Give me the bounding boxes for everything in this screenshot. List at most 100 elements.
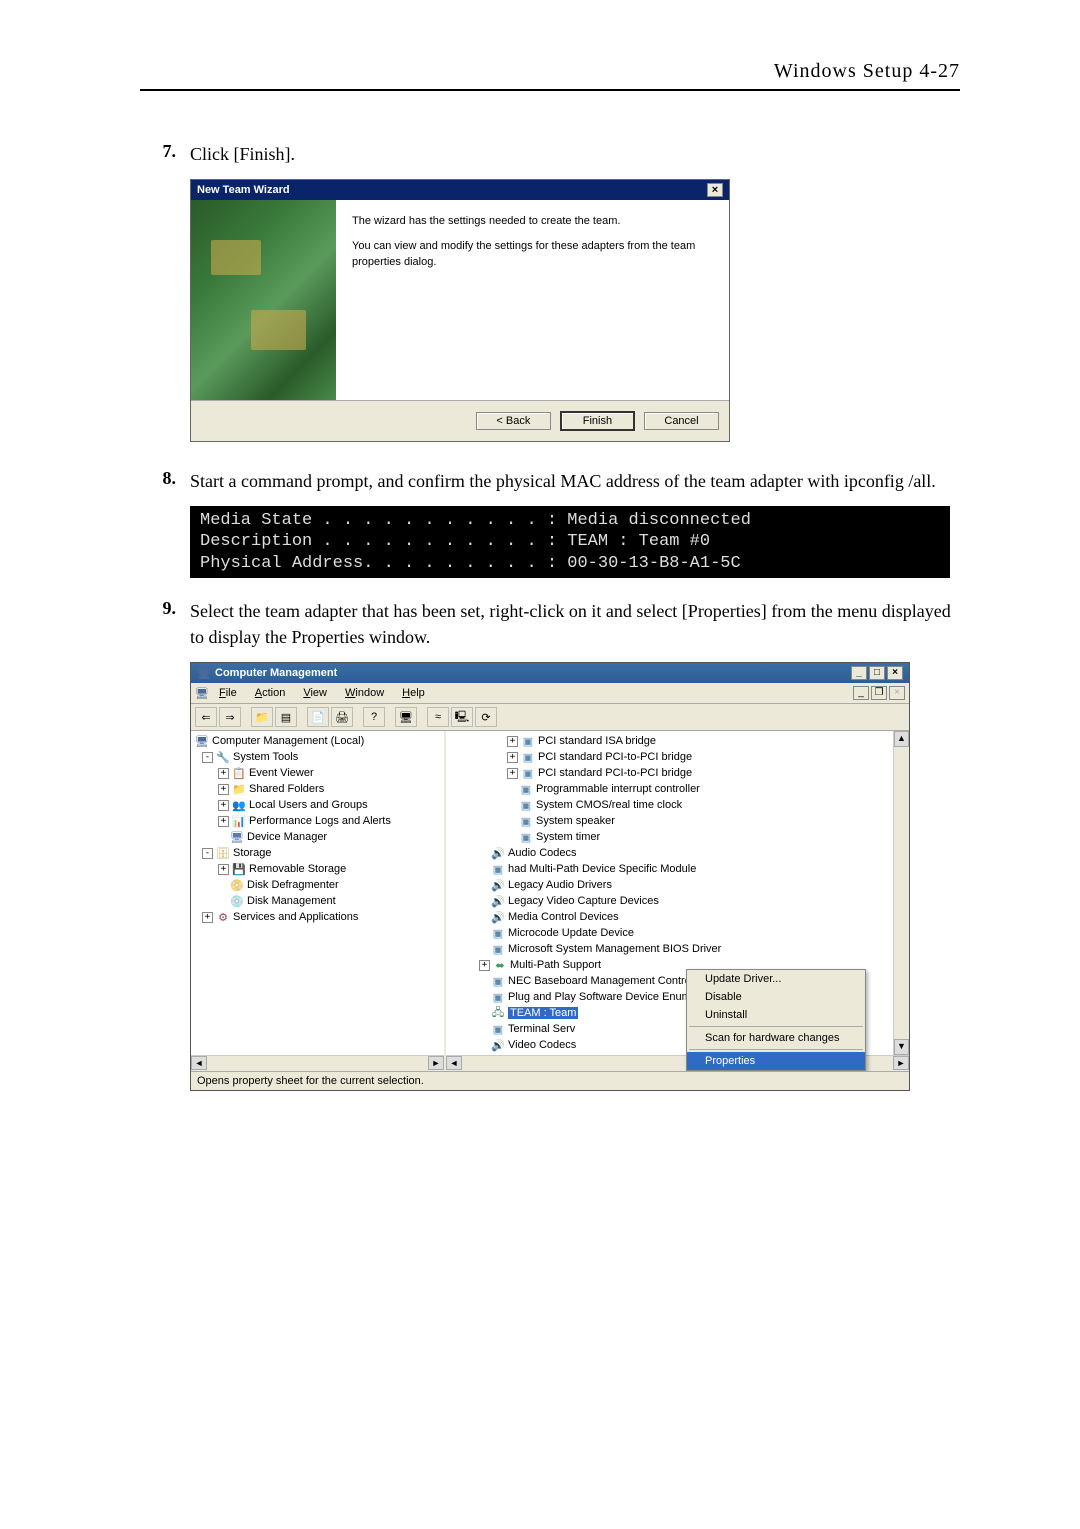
device-lad[interactable]: Legacy Audio Drivers	[508, 879, 612, 891]
left-hscrollbar[interactable]: ◄ ►	[191, 1055, 444, 1071]
expand-icon[interactable]: +	[479, 960, 490, 971]
back-button[interactable]: < Back	[476, 412, 551, 430]
expand-icon[interactable]: +	[218, 784, 229, 795]
device-lvc[interactable]: Legacy Video Capture Devices	[508, 895, 659, 907]
print-icon[interactable]: 🖨	[331, 707, 353, 727]
device-vc[interactable]: Video Codecs	[508, 1039, 576, 1051]
scroll-left-icon[interactable]: ◄	[446, 1056, 462, 1070]
ctx-disable[interactable]: Disable	[687, 988, 865, 1006]
chip-icon: ▣	[491, 926, 505, 940]
menu-window[interactable]: Window	[337, 685, 392, 701]
menu-help[interactable]: Help	[394, 685, 433, 701]
nav-fwd-icon[interactable]: ⇒	[219, 707, 241, 727]
minimize-icon[interactable]: _	[851, 666, 867, 680]
tree-storage[interactable]: Storage	[233, 847, 272, 859]
tree-ev[interactable]: Event Viewer	[249, 767, 314, 779]
maximize-icon[interactable]: □	[869, 666, 885, 680]
doc-minimize-icon[interactable]: _	[853, 686, 869, 700]
cm-statusbar: Opens property sheet for the current sel…	[191, 1071, 909, 1090]
tree-sa[interactable]: Services and Applications	[233, 911, 358, 923]
ctx-update-driver[interactable]: Update Driver...	[687, 970, 865, 988]
doc-close-icon[interactable]: ×	[889, 686, 905, 700]
menu-file[interactable]: File	[211, 685, 245, 701]
cm-tree-pane[interactable]: 🖥Computer Management (Local) -🔧System To…	[191, 731, 446, 1071]
collapse-icon[interactable]: -	[202, 848, 213, 859]
menu-action[interactable]: Action	[247, 685, 294, 701]
expand-icon[interactable]: +	[507, 736, 518, 747]
properties-icon[interactable]: 📄	[307, 707, 329, 727]
ctx-properties[interactable]: Properties	[687, 1052, 865, 1070]
cm-device-pane[interactable]: +▣PCI standard ISA bridge +▣PCI standard…	[446, 731, 909, 1071]
tree-sf[interactable]: Shared Folders	[249, 783, 324, 795]
scroll-down-icon[interactable]: ▼	[894, 1039, 909, 1055]
device-necb[interactable]: NEC Baseboard Management Controller	[508, 975, 706, 987]
expand-icon[interactable]: +	[218, 768, 229, 779]
scroll-up-icon[interactable]: ▲	[894, 731, 909, 747]
computer-icon[interactable]: 🖥	[395, 707, 417, 727]
scroll-left-icon[interactable]: ◄	[191, 1056, 207, 1070]
scroll-right-icon[interactable]: ►	[428, 1056, 444, 1070]
tree-dm[interactable]: Device Manager	[247, 831, 327, 843]
right-vscrollbar[interactable]: ▲ ▼	[893, 731, 909, 1055]
refresh-icon[interactable]: ⟳	[475, 707, 497, 727]
device-item[interactable]: Programmable interrupt controller	[536, 783, 700, 795]
device-had[interactable]: had Multi-Path Device Specific Module	[508, 863, 696, 875]
storage-icon: 🗄	[216, 846, 230, 860]
close-icon[interactable]: ×	[707, 183, 723, 197]
tree-lug[interactable]: Local Users and Groups	[249, 799, 368, 811]
scan-icon[interactable]: ≈	[427, 707, 449, 727]
cm-window: 🖥 Computer Management _ □ × 🖥 File Actio…	[190, 662, 910, 1091]
device-icon[interactable]: 🖳	[451, 707, 473, 727]
removable-storage-icon: 💾	[232, 862, 246, 876]
tree-root[interactable]: Computer Management (Local)	[212, 735, 364, 747]
chip-icon: ▣	[491, 1022, 505, 1036]
device-ts[interactable]: Terminal Serv	[508, 1023, 575, 1035]
menu-view[interactable]: View	[295, 685, 335, 701]
computer-management-screenshot: 🖥 Computer Management _ □ × 🖥 File Actio…	[190, 662, 960, 1091]
tree-dd[interactable]: Disk Defragmenter	[247, 879, 339, 891]
expand-icon[interactable]: +	[507, 768, 518, 779]
event-viewer-icon: 📋	[232, 766, 246, 780]
help-icon[interactable]: ?	[363, 707, 385, 727]
tree-dmg[interactable]: Disk Management	[247, 895, 336, 907]
up-icon[interactable]: 📁	[251, 707, 273, 727]
expand-icon[interactable]: +	[218, 864, 229, 875]
close-icon[interactable]: ×	[887, 666, 903, 680]
menubar-app-icon: 🖥	[195, 686, 209, 700]
finish-button[interactable]: Finish	[560, 411, 635, 431]
device-mcd[interactable]: Media Control Devices	[508, 911, 619, 923]
cancel-button[interactable]: Cancel	[644, 412, 719, 430]
expand-icon[interactable]: +	[218, 800, 229, 811]
collapse-icon[interactable]: -	[202, 752, 213, 763]
expand-icon[interactable]: +	[218, 816, 229, 827]
nav-back-icon[interactable]: ⇐	[195, 707, 217, 727]
device-item[interactable]: PCI standard ISA bridge	[538, 735, 656, 747]
device-item[interactable]: System timer	[536, 831, 600, 843]
device-team-selected[interactable]: TEAM : Team	[508, 1007, 578, 1019]
tree-systools[interactable]: System Tools	[233, 751, 298, 763]
device-item[interactable]: PCI standard PCI-to-PCI bridge	[538, 767, 692, 779]
ctx-separator	[689, 1049, 863, 1050]
device-msmb[interactable]: Microsoft System Management BIOS Driver	[508, 943, 721, 955]
device-mps[interactable]: Multi-Path Support	[510, 959, 601, 971]
expand-icon[interactable]: +	[202, 912, 213, 923]
list-icon[interactable]: ▤	[275, 707, 297, 727]
tree-pla[interactable]: Performance Logs and Alerts	[249, 815, 391, 827]
tools-icon: 🔧	[216, 750, 230, 764]
tree-rs[interactable]: Removable Storage	[249, 863, 346, 875]
device-item[interactable]: System speaker	[536, 815, 615, 827]
ctx-uninstall[interactable]: Uninstall	[687, 1006, 865, 1024]
chip-icon: ▣	[519, 798, 533, 812]
device-audio[interactable]: Audio Codecs	[508, 847, 577, 859]
step-8: 8. Start a command prompt, and confirm t…	[140, 468, 960, 494]
device-item[interactable]: PCI standard PCI-to-PCI bridge	[538, 751, 692, 763]
scroll-right-icon[interactable]: ►	[893, 1056, 909, 1070]
device-item[interactable]: System CMOS/real time clock	[536, 799, 682, 811]
chip-icon: ▣	[491, 942, 505, 956]
expand-icon[interactable]: +	[507, 752, 518, 763]
device-mud[interactable]: Microcode Update Device	[508, 927, 634, 939]
ctx-scan[interactable]: Scan for hardware changes	[687, 1029, 865, 1047]
doc-restore-icon[interactable]: ❐	[871, 686, 887, 700]
app-icon: 🖥	[197, 666, 211, 680]
wizard-line2: You can view and modify the settings for…	[352, 239, 713, 270]
